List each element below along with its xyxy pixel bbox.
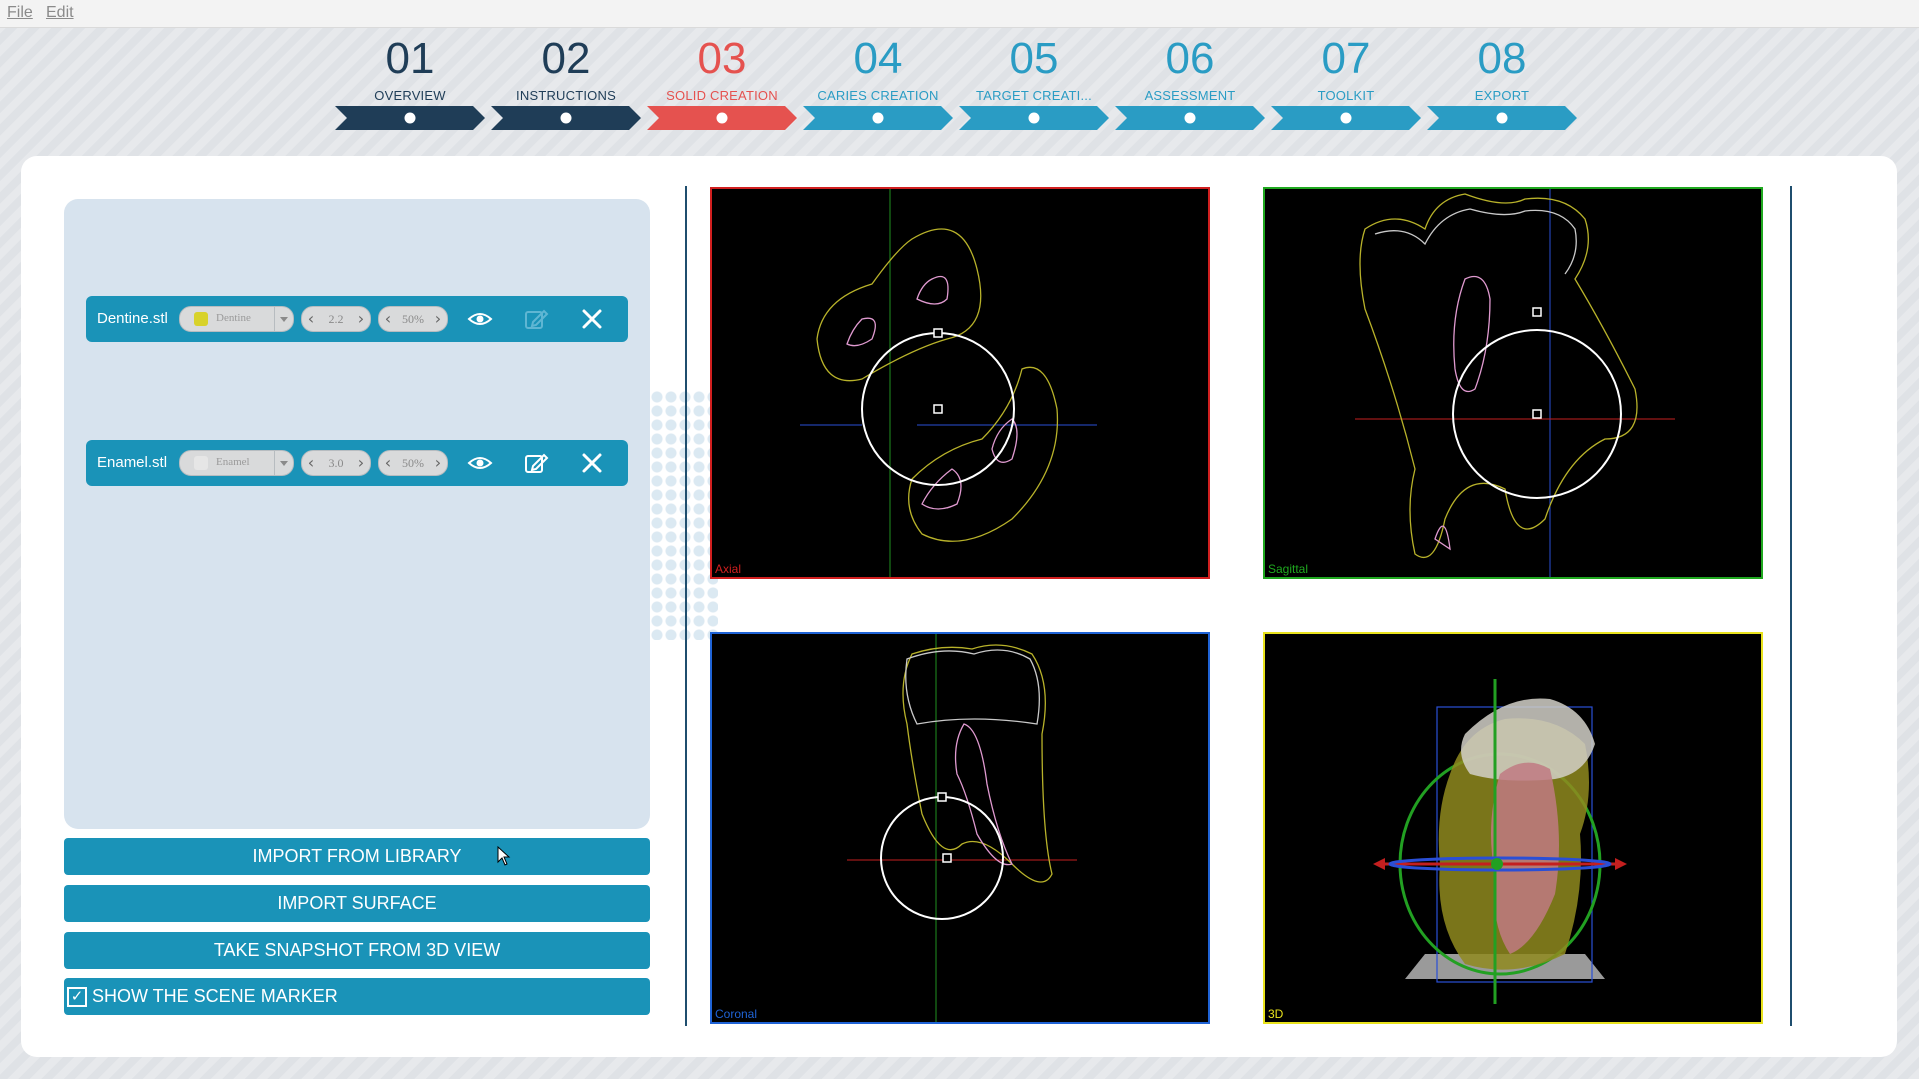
material-name: Enamel	[216, 456, 250, 468]
chevron-left-icon[interactable]: ‹	[304, 307, 318, 331]
layer-filename: Enamel.stl	[97, 454, 168, 471]
wizard-steps: 01 OVERVIEW 02 INSTRUCTIONS 03 SOLID CRE…	[335, 34, 1585, 130]
step-number: 07	[1321, 34, 1371, 83]
3d-model-render[interactable]	[1265, 634, 1761, 1022]
coronal-view[interactable]: Coronal	[710, 632, 1210, 1024]
step-arrow	[647, 106, 797, 130]
material-swatch	[194, 312, 208, 326]
step-solid-creation[interactable]: 03 SOLID CREATION	[647, 34, 797, 130]
show-scene-marker-toggle[interactable]: ✓ SHOW THE SCENE MARKER	[64, 978, 650, 1015]
layer-filename: Dentine.stl	[97, 310, 168, 327]
chevron-down-icon[interactable]	[274, 307, 293, 331]
step-label: CARIES CREATION	[817, 88, 939, 103]
thickness-value: 3.0	[328, 456, 344, 470]
step-number: 06	[1165, 34, 1215, 83]
step-number: 02	[541, 34, 591, 83]
step-assessment[interactable]: 06 ASSESSMENT	[1115, 34, 1265, 130]
step-label: OVERVIEW	[374, 88, 446, 103]
edit-icon[interactable]	[522, 305, 550, 333]
material-select[interactable]: Dentine	[179, 306, 294, 332]
divider-left	[685, 186, 687, 1026]
opacity-value: 50%	[402, 456, 424, 470]
material-name: Dentine	[216, 312, 251, 324]
chevron-right-icon[interactable]: ›	[354, 307, 368, 331]
sagittal-slice-image[interactable]	[1265, 189, 1761, 577]
axial-view[interactable]: Axial	[710, 187, 1210, 579]
opacity-value: 50%	[402, 312, 424, 326]
chevron-right-icon[interactable]: ›	[431, 451, 445, 475]
step-arrow	[1115, 106, 1265, 130]
step-label: INSTRUCTIONS	[516, 88, 616, 103]
opacity-stepper[interactable]: ‹ 50% ›	[378, 306, 448, 332]
step-number: 05	[1009, 34, 1059, 83]
chevron-left-icon[interactable]: ‹	[381, 307, 395, 331]
coronal-slice-image[interactable]	[712, 634, 1208, 1022]
step-arrow	[959, 106, 1109, 130]
menu-bar: File Edit	[0, 0, 1919, 28]
view-label: Axial	[715, 562, 742, 576]
step-arrow	[803, 106, 953, 130]
menu-edit[interactable]: Edit	[46, 4, 74, 22]
step-label: SOLID CREATION	[666, 88, 778, 103]
step-number: 01	[385, 34, 435, 83]
material-select[interactable]: Enamel	[179, 450, 294, 476]
step-label: EXPORT	[1474, 88, 1530, 103]
step-label: TOOLKIT	[1317, 88, 1375, 103]
step-arrow	[335, 106, 485, 130]
chevron-left-icon[interactable]: ‹	[381, 451, 395, 475]
step-arrow	[491, 106, 641, 130]
thickness-stepper[interactable]: ‹ 2.2 ›	[301, 306, 371, 332]
step-label: TARGET CREATI...	[976, 88, 1092, 103]
step-caries-creation[interactable]: 04 CARIES CREATION	[803, 34, 953, 130]
eye-icon[interactable]	[466, 305, 494, 333]
step-target-creation[interactable]: 05 TARGET CREATI...	[959, 34, 1109, 130]
step-arrow	[1271, 106, 1421, 130]
take-snapshot-button[interactable]: TAKE SNAPSHOT FROM 3D VIEW	[64, 932, 650, 969]
close-icon[interactable]	[578, 449, 606, 477]
step-number: 04	[853, 34, 903, 83]
eye-icon[interactable]	[466, 449, 494, 477]
thickness-value: 2.2	[328, 312, 344, 326]
layer-row-dentine: Dentine.stl Dentine ‹ 2.2 › ‹ 50% ›	[86, 296, 628, 342]
close-icon[interactable]	[578, 305, 606, 333]
step-label: ASSESSMENT	[1144, 88, 1236, 103]
step-toolkit[interactable]: 07 TOOLKIT	[1271, 34, 1421, 130]
step-overview[interactable]: 01 OVERVIEW	[335, 34, 485, 130]
layer-row-enamel: Enamel.stl Enamel ‹ 3.0 › ‹ 50% ›	[86, 440, 628, 486]
chevron-right-icon[interactable]: ›	[431, 307, 445, 331]
step-number: 03	[697, 34, 747, 83]
material-swatch	[194, 456, 208, 470]
cursor-icon	[497, 846, 511, 866]
decorative-dots	[650, 390, 718, 640]
opacity-stepper[interactable]: ‹ 50% ›	[378, 450, 448, 476]
step-arrow	[1427, 106, 1577, 130]
divider-right	[1790, 186, 1792, 1026]
chevron-right-icon[interactable]: ›	[354, 451, 368, 475]
menu-file[interactable]: File	[7, 4, 33, 22]
3d-view[interactable]: 3D	[1263, 632, 1763, 1024]
step-export[interactable]: 08 EXPORT	[1427, 34, 1577, 130]
view-label: Coronal	[715, 1007, 758, 1021]
layer-list-panel	[64, 199, 650, 829]
step-number: 08	[1477, 34, 1527, 83]
import-surface-button[interactable]: IMPORT SURFACE	[64, 885, 650, 922]
chevron-left-icon[interactable]: ‹	[304, 451, 318, 475]
step-instructions[interactable]: 02 INSTRUCTIONS	[491, 34, 641, 130]
thickness-stepper[interactable]: ‹ 3.0 ›	[301, 450, 371, 476]
chevron-down-icon[interactable]	[274, 451, 293, 475]
view-label: Sagittal	[1268, 562, 1309, 576]
sagittal-view[interactable]: Sagittal	[1263, 187, 1763, 579]
edit-icon[interactable]	[522, 449, 550, 477]
import-from-library-button[interactable]: IMPORT FROM LIBRARY	[64, 838, 650, 875]
axial-slice-image[interactable]	[712, 189, 1208, 577]
scene-marker-checkbox[interactable]: ✓	[67, 987, 87, 1007]
scene-marker-label: SHOW THE SCENE MARKER	[92, 986, 338, 1006]
view-label: 3D	[1268, 1007, 1284, 1021]
